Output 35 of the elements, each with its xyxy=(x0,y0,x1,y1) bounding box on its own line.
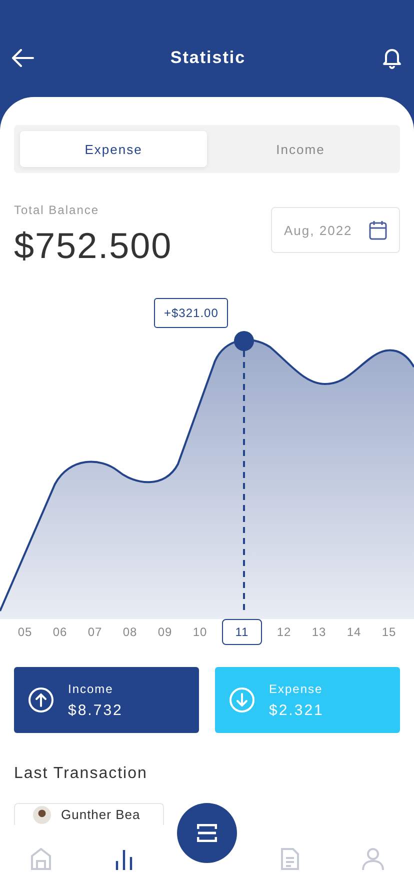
screen-title: Statistic xyxy=(170,48,246,68)
day-label[interactable]: 15 xyxy=(376,620,402,644)
section-title: Last Transaction xyxy=(14,765,148,783)
tab[interactable]: Income xyxy=(207,131,394,167)
value-tooltip: +$321.00 xyxy=(154,298,228,328)
down-arrow-circle-icon xyxy=(229,687,255,713)
expense-card[interactable]: Expense $2.321 xyxy=(215,667,400,733)
calendar-icon[interactable] xyxy=(369,220,387,240)
day-label[interactable]: 10 xyxy=(187,620,213,644)
scan-icon xyxy=(196,824,217,842)
tab[interactable]: Expense xyxy=(20,131,207,167)
day-label[interactable]: 05 xyxy=(12,620,38,644)
date-picker[interactable]: Aug, 2022 xyxy=(271,207,400,253)
notification-bell-icon[interactable] xyxy=(382,46,402,68)
data-point[interactable] xyxy=(234,331,254,351)
day-label[interactable]: 11 xyxy=(222,619,262,645)
avatar-icon xyxy=(33,806,51,824)
card-amount: $2.321 xyxy=(269,702,324,718)
income-card[interactable]: Income $8.732 xyxy=(14,667,199,733)
transaction-name: Gunther Bea xyxy=(61,807,140,822)
up-arrow-circle-icon xyxy=(28,687,54,713)
balance-amount: $752.500 xyxy=(14,225,172,267)
bar-chart-icon[interactable] xyxy=(115,848,134,870)
day-label[interactable]: 14 xyxy=(341,620,367,644)
day-label[interactable]: 06 xyxy=(47,620,73,644)
day-label[interactable]: 08 xyxy=(117,620,143,644)
card-label: Expense xyxy=(269,682,324,696)
day-label[interactable]: 12 xyxy=(271,620,297,644)
card-amount: $8.732 xyxy=(68,702,123,718)
balance-label: Total Balance xyxy=(14,203,100,217)
card-label: Income xyxy=(68,682,114,696)
day-label[interactable]: 07 xyxy=(82,620,108,644)
back-icon[interactable] xyxy=(12,48,34,66)
day-label[interactable]: 13 xyxy=(306,620,332,644)
day-label[interactable]: 09 xyxy=(152,620,178,644)
